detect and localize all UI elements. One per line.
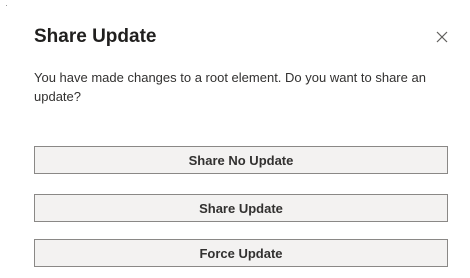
share-no-update-button[interactable]: Share No Update [34,146,448,174]
force-update-button[interactable]: Force Update [34,239,448,267]
share-update-dialog: Share Update You have made changes to a … [0,0,470,278]
dialog-message: You have made changes to a root element.… [34,70,426,104]
corner-dot [6,5,7,6]
share-update-button[interactable]: Share Update [34,194,448,222]
close-icon [436,31,448,43]
close-button[interactable] [430,25,454,49]
dialog-title: Share Update [34,26,157,47]
